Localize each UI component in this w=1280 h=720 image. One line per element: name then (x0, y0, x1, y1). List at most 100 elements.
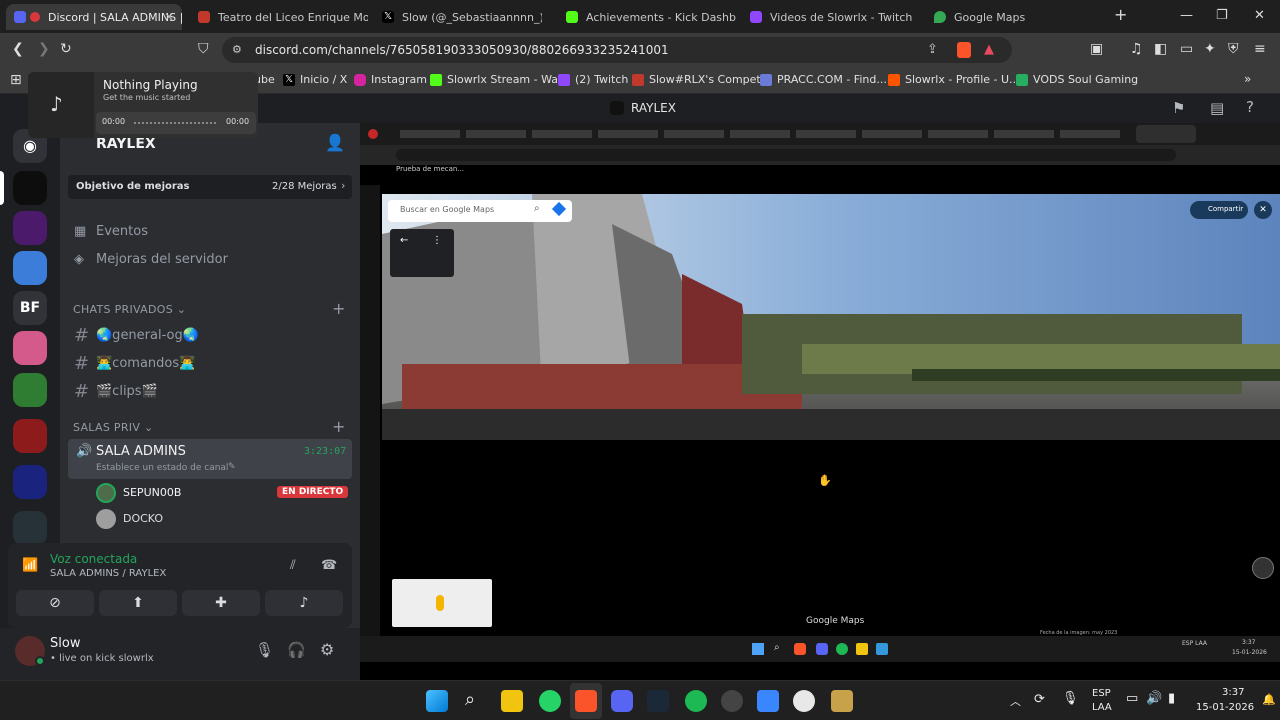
restore-icon[interactable]: ❐ (1216, 8, 1228, 23)
signal-icon[interactable]: 📶 (22, 558, 38, 573)
directions-icon[interactable] (551, 201, 567, 217)
server-icon[interactable] (13, 465, 47, 499)
tab-discord[interactable]: Discord | SALA ADMINS | ✕ (6, 4, 182, 30)
battery-icon[interactable]: ▮ (1168, 691, 1175, 706)
menu-icon[interactable]: ≡ (1254, 41, 1266, 57)
category-salas-priv[interactable]: SALAS PRIV ⌄ (73, 421, 153, 434)
back-arrow-icon[interactable]: ← (400, 235, 408, 246)
brave-shield-icon[interactable] (957, 42, 971, 58)
voice-status[interactable]: Voz conectada (50, 552, 137, 566)
forward-icon[interactable]: ❯ (38, 41, 50, 57)
voice-user-docko[interactable]: DOCKO (96, 509, 352, 531)
app-icon[interactable] (793, 690, 815, 712)
steam-icon[interactable] (647, 690, 669, 712)
camera-off-button[interactable]: ⊘ (16, 590, 94, 616)
server-icon[interactable] (13, 331, 47, 365)
search-icon[interactable]: ⌕ (534, 203, 540, 214)
channel-status-prompt[interactable]: Establece un estado de canal (96, 463, 228, 473)
server-icon[interactable] (13, 511, 47, 545)
url-field[interactable]: ⚙ discord.com/channels/76505819033305093… (222, 37, 1012, 63)
share-icon[interactable]: ⇪ (927, 42, 938, 57)
inbox-icon[interactable]: ▤ (1210, 99, 1224, 117)
bookmark-x[interactable]: 𝕏 Inicio / X (283, 73, 347, 86)
channel-clips[interactable]: # 🎬clips🎬 (74, 381, 158, 402)
bookmark-tracker[interactable]: Slow#RLX's Compet... (632, 73, 771, 86)
spotify-icon[interactable] (685, 690, 707, 712)
bookmark-icon[interactable]: ⛉ (198, 41, 209, 57)
back-panel[interactable]: ← ⋮ (390, 229, 454, 277)
share-button[interactable]: Compartir (1190, 201, 1248, 219)
flag-icon[interactable]: ⚑ (1172, 99, 1185, 117)
headphones-icon[interactable]: 🎧 (287, 641, 306, 659)
server-icon[interactable] (13, 211, 47, 245)
help-icon[interactable]: ? (1246, 98, 1254, 116)
sidebar-icon[interactable]: ▣ (1090, 41, 1103, 57)
noise-suppression-icon[interactable]: ⫽ (290, 558, 296, 573)
add-channel-icon[interactable]: + (332, 299, 345, 318)
voice-location[interactable]: SALA ADMINS / RAYLEX (50, 568, 166, 579)
server-icon[interactable] (13, 373, 47, 407)
leo-ai-icon[interactable]: ✦ (1204, 41, 1216, 57)
server-icon[interactable] (13, 251, 47, 285)
tab-kick[interactable]: Achievements - Kick Dashboard (566, 4, 736, 30)
network-icon[interactable]: ▭ (1126, 691, 1138, 706)
lang-bottom[interactable]: LAA (1092, 702, 1112, 713)
clock-time[interactable]: 3:37 (1222, 687, 1244, 698)
more-vert-icon[interactable]: ⋮ (432, 235, 442, 246)
activities-button[interactable]: ✚ (182, 590, 260, 616)
panel-icon[interactable]: ◧ (1154, 41, 1167, 57)
bookmark-twitch[interactable]: (2) Twitch (558, 73, 628, 86)
soundboard-button[interactable]: ♪ (265, 590, 343, 616)
bookmark-instagram[interactable]: Instagram (354, 73, 427, 86)
server-bf-icon[interactable]: BF (13, 291, 47, 325)
obs-icon[interactable] (721, 690, 743, 712)
music-icon[interactable]: ♫ (1130, 41, 1143, 57)
notifications-icon[interactable]: 🔔 (1262, 693, 1276, 706)
search-icon[interactable]: ⌕ (465, 689, 475, 710)
discord-icon[interactable] (611, 690, 633, 712)
voice-user-sepun00b[interactable]: SEPUN00B EN DIRECTO (96, 483, 352, 505)
close-window-icon[interactable]: ✕ (1254, 8, 1265, 23)
tab-teatro[interactable]: Teatro del Liceo Enrique Molina (198, 4, 368, 30)
progress-track[interactable] (134, 122, 218, 124)
server-icon[interactable] (13, 419, 47, 453)
chevron-up-icon[interactable]: ︿ (1010, 693, 1021, 709)
compass-icon[interactable] (1252, 557, 1274, 579)
photos-icon[interactable] (757, 690, 779, 712)
settings-gear-icon[interactable]: ⚙ (320, 640, 334, 659)
channel-general-og[interactable]: # 🌏general-og🌏 (74, 325, 199, 346)
add-channel-icon[interactable]: + (332, 417, 345, 436)
back-icon[interactable]: ❮ (12, 41, 24, 57)
more-bookmarks-icon[interactable]: » (1244, 72, 1251, 86)
lang-top[interactable]: ESP (1092, 688, 1111, 699)
category-private-chats[interactable]: CHATS PRIVADOS ⌄ (73, 303, 186, 316)
volume-icon[interactable]: 🔊 (1146, 691, 1162, 706)
new-tab-button[interactable]: + (1114, 5, 1127, 24)
screen-share-button[interactable]: ⬆ (99, 590, 177, 616)
reload-icon[interactable]: ↻ (60, 41, 72, 57)
voice-channel-sala-admins[interactable]: 🔊 SALA ADMINS 3:23:07 Establece un estad… (68, 439, 352, 479)
street-view-panorama[interactable]: Buscar en Google Maps ⌕ ← ⋮ Compartir ✕ (382, 194, 1280, 440)
stream-view[interactable]: Prueba de mecan... Buscar en Google Maps… (360, 123, 1280, 680)
bookmark-faceit[interactable]: Slowrlx - Profile - U... (888, 73, 1020, 86)
clock-date[interactable]: 15-01-2026 (1196, 702, 1254, 713)
disconnect-icon[interactable]: ☎ (321, 558, 337, 573)
brave-rewards-icon[interactable]: ▲ (984, 42, 994, 57)
vpn-icon[interactable]: ⛨ (1228, 41, 1239, 57)
microphone-icon[interactable]: 🎙 (1062, 691, 1079, 706)
user-name[interactable]: Slow (50, 636, 80, 651)
wallet-icon[interactable]: ▭ (1180, 41, 1193, 57)
tab-google-maps[interactable]: Google Maps (934, 4, 1094, 30)
bookmark-kick-stream[interactable]: Slowrlx Stream - Wa... (430, 73, 569, 86)
server-boosts-link[interactable]: ◈ Mejoras del servidor (74, 252, 228, 267)
brave-icon[interactable] (575, 690, 597, 712)
tab-x[interactable]: 𝕏 Slow (@_Sebastiaannnn_) / X (382, 4, 542, 30)
boost-goal-bar[interactable]: Objetivo de mejoras 2/28 Mejoras › (68, 175, 352, 199)
events-link[interactable]: ▦ Eventos (74, 224, 148, 239)
server-raylex-icon[interactable] (13, 171, 47, 205)
bookmark-pracc[interactable]: PRACC.COM - Find... (760, 73, 887, 86)
channel-comandos[interactable]: # 👨‍💻comandos👨‍💻 (74, 353, 195, 374)
bookmark-vods[interactable]: VODS Soul Gaming (1016, 73, 1138, 86)
close-icon[interactable]: ✕ (164, 10, 174, 24)
app-icon[interactable] (831, 690, 853, 712)
